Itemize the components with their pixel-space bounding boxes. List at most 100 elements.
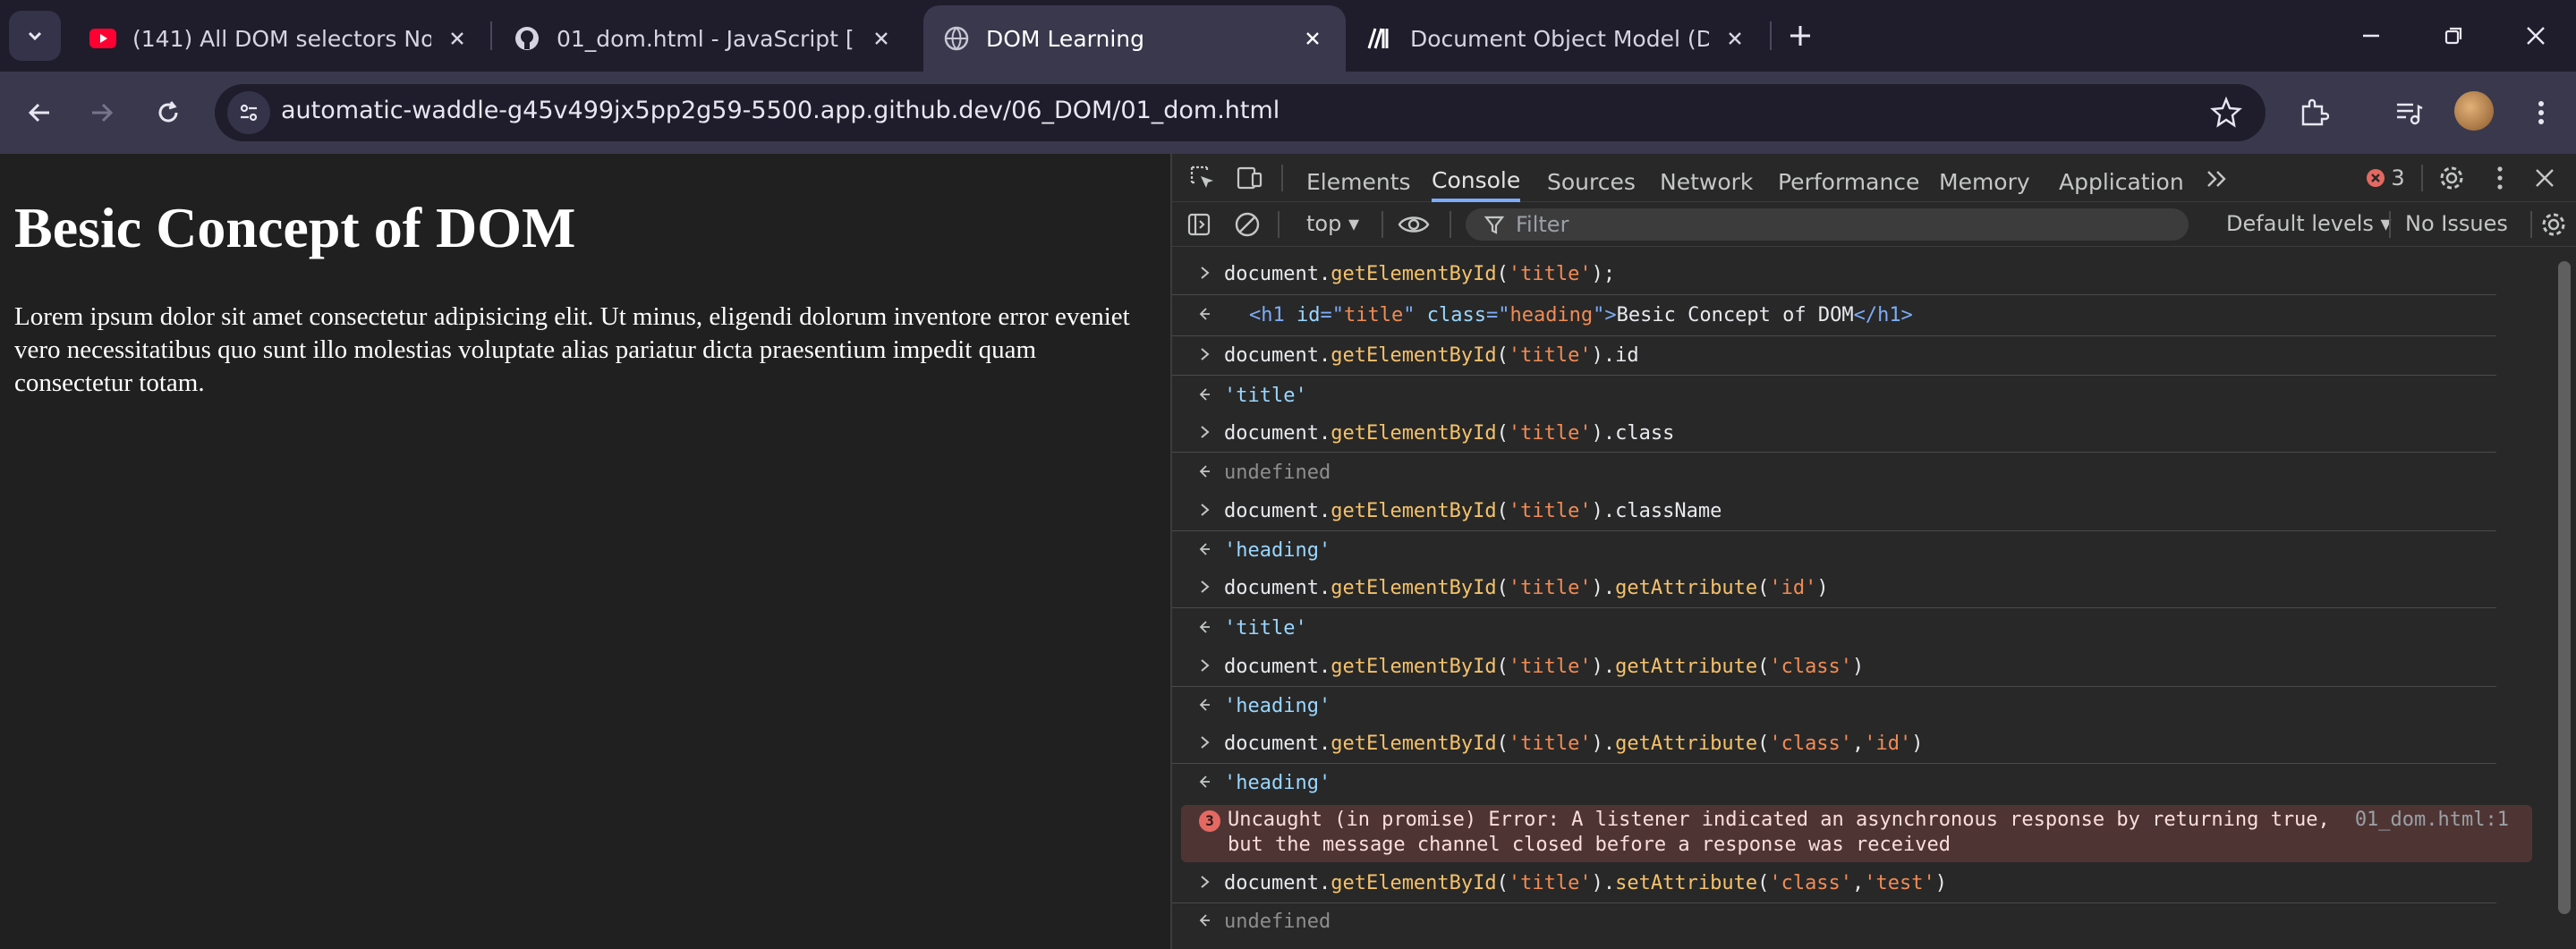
- dropdown-arrow-icon: ▾: [1348, 211, 1360, 236]
- bookmark-star-icon[interactable]: [2210, 96, 2242, 129]
- close-tab-icon[interactable]: [1722, 25, 1748, 52]
- console-input-row[interactable]: document.getElementById('title').class: [1172, 415, 2496, 453]
- prompt-chevron-icon: [1199, 733, 1213, 755]
- close-tab-icon[interactable]: [1299, 25, 1326, 52]
- console-output-row[interactable]: 'title': [1172, 376, 2496, 415]
- tab-title: 01_dom.html - JavaScript [Code: [557, 25, 855, 52]
- console-output-row[interactable]: 'heading': [1172, 531, 2496, 569]
- error-count-icon: 3: [1199, 810, 1220, 832]
- console-text: 'heading': [1224, 771, 1331, 794]
- tab-search-button[interactable]: [9, 11, 61, 61]
- console-input-row[interactable]: document.getElementById('title').getAttr…: [1172, 724, 2496, 764]
- sidebar-toggle-icon[interactable]: [1183, 208, 1215, 241]
- close-window-button[interactable]: [2516, 16, 2555, 55]
- separator: [1382, 211, 1383, 238]
- forward-button[interactable]: [81, 91, 123, 134]
- browser-tab-dom-learning[interactable]: DOM Learning: [923, 5, 1346, 72]
- separator: [1281, 165, 1283, 191]
- devtools-panel: Elements Console Sources Network Perform…: [1170, 154, 2576, 949]
- more-tabs-icon[interactable]: [2201, 163, 2233, 195]
- console-output-row[interactable]: 'heading': [1172, 687, 2496, 724]
- reload-button[interactable]: [147, 91, 190, 134]
- prompt-chevron-icon: [1199, 263, 1213, 285]
- console-input-row[interactable]: document.getElementById('title').getAttr…: [1172, 569, 2496, 608]
- console-output-row[interactable]: <h1 id="title" class="heading">Besic Con…: [1172, 295, 2496, 336]
- reload-icon: [158, 101, 178, 123]
- error-source-link[interactable]: 01_dom.html:1: [2355, 809, 2509, 831]
- issues-button[interactable]: No Issues: [2405, 211, 2508, 236]
- site-info-icon[interactable]: [227, 91, 270, 134]
- github-icon: [514, 25, 540, 52]
- console-filter-input[interactable]: Filter: [1466, 208, 2189, 241]
- console-input-row[interactable]: document.getElementById('title');: [1172, 254, 2496, 295]
- address-bar[interactable]: automatic-waddle-g45v499jx5pp2g59-5500.a…: [215, 84, 2266, 141]
- minimize-button[interactable]: [2351, 16, 2391, 55]
- error-count-badge[interactable]: 3: [2359, 162, 2412, 194]
- result-arrow-icon: [1199, 772, 1213, 794]
- console-settings-gear-icon[interactable]: [2538, 208, 2570, 241]
- result-arrow-icon: [1199, 911, 1213, 933]
- device-toolbar-icon[interactable]: [1233, 162, 1265, 194]
- tab-title: (141) All DOM selectors NodeLi: [132, 25, 431, 52]
- tab-console[interactable]: Console: [1432, 161, 1521, 202]
- extensions-button[interactable]: [2292, 91, 2335, 134]
- error-message: Uncaught (in promise) Error: A listener …: [1228, 809, 2330, 831]
- browser-menu-button[interactable]: [2520, 91, 2563, 134]
- console-text: 'heading': [1224, 694, 1331, 717]
- console-input-row[interactable]: document.getElementById('title').getAttr…: [1172, 648, 2496, 687]
- more-options-icon[interactable]: [2484, 162, 2516, 194]
- tab-sources[interactable]: Sources: [1547, 161, 1636, 202]
- console-text: 'title': [1224, 616, 1307, 640]
- close-tab-icon[interactable]: [444, 25, 471, 52]
- devtools-tab-bar: Elements Console Sources Network Perform…: [1172, 154, 2576, 202]
- console-text: <h1 id="title" class="heading">Besic Con…: [1249, 304, 1913, 326]
- console-text: document.getElementById('title').getAttr…: [1224, 656, 1865, 678]
- close-icon: [2527, 27, 2545, 45]
- restore-button[interactable]: [2434, 16, 2473, 55]
- avatar[interactable]: [2454, 91, 2494, 131]
- console-output-row[interactable]: undefined: [1172, 453, 2496, 492]
- log-levels-dropdown[interactable]: Default levels ▾: [2226, 211, 2392, 236]
- console-text: document.getElementById('title').id: [1224, 344, 1639, 367]
- prompt-chevron-icon: [1199, 656, 1213, 678]
- console-scrollbar[interactable]: [2558, 261, 2571, 914]
- console-output-row[interactable]: 'heading': [1172, 764, 2496, 801]
- console-input-row[interactable]: document.getElementById('title').classNa…: [1172, 492, 2496, 531]
- tab-elements[interactable]: Elements: [1306, 161, 1411, 202]
- media-control-button[interactable]: [2387, 91, 2430, 134]
- settings-gear-icon[interactable]: [2436, 162, 2468, 194]
- separator: [2530, 211, 2532, 238]
- tab-application[interactable]: Application: [2059, 161, 2184, 202]
- browser-tab-youtube[interactable]: (141) All DOM selectors NodeLi: [70, 5, 490, 72]
- browser-tab-mdn[interactable]: Document Object Model (DOM: [1348, 5, 1768, 72]
- youtube-icon: [89, 25, 116, 52]
- prompt-chevron-icon: [1199, 344, 1213, 367]
- separator: [1450, 211, 1451, 238]
- tab-network[interactable]: Network: [1660, 161, 1753, 202]
- close-tab-icon[interactable]: [868, 25, 895, 52]
- console-input-row[interactable]: document.getElementById('title').setAttr…: [1172, 864, 2496, 903]
- back-button[interactable]: [18, 91, 61, 134]
- console-output-row[interactable]: undefined: [1172, 903, 2496, 939]
- console-output[interactable]: document.getElementById('title'); <h1 id=…: [1172, 247, 2546, 949]
- tab-memory[interactable]: Memory: [1939, 161, 2030, 202]
- inspect-element-icon[interactable]: [1186, 162, 1219, 194]
- url-text: automatic-waddle-g45v499jx5pp2g59-5500.a…: [281, 97, 1280, 124]
- console-error-row[interactable]: 3 Uncaught (in promise) Error: A listener…: [1181, 805, 2532, 862]
- tab-performance[interactable]: Performance: [1778, 161, 1919, 202]
- eye-icon[interactable]: [1398, 208, 1430, 241]
- close-devtools-icon[interactable]: [2529, 162, 2561, 194]
- result-arrow-icon: [1199, 617, 1213, 640]
- context-selector[interactable]: top ▾: [1306, 211, 1359, 236]
- console-output-row[interactable]: 'title': [1172, 608, 2496, 648]
- clear-console-icon[interactable]: [1231, 208, 1263, 241]
- browser-tab-github[interactable]: 01_dom.html - JavaScript [Code: [494, 5, 914, 72]
- puzzle-icon: [2301, 98, 2329, 126]
- tab-strip: (141) All DOM selectors NodeLi 01_dom.ht…: [0, 0, 2576, 72]
- chevron-down-icon: [28, 31, 42, 41]
- error-count: 3: [2391, 165, 2405, 191]
- new-tab-button[interactable]: [1782, 18, 1818, 54]
- console-input-row[interactable]: document.getElementById('title').id: [1172, 336, 2496, 376]
- filter-funnel-icon: [1484, 208, 1505, 250]
- plus-icon: [1790, 26, 1810, 46]
